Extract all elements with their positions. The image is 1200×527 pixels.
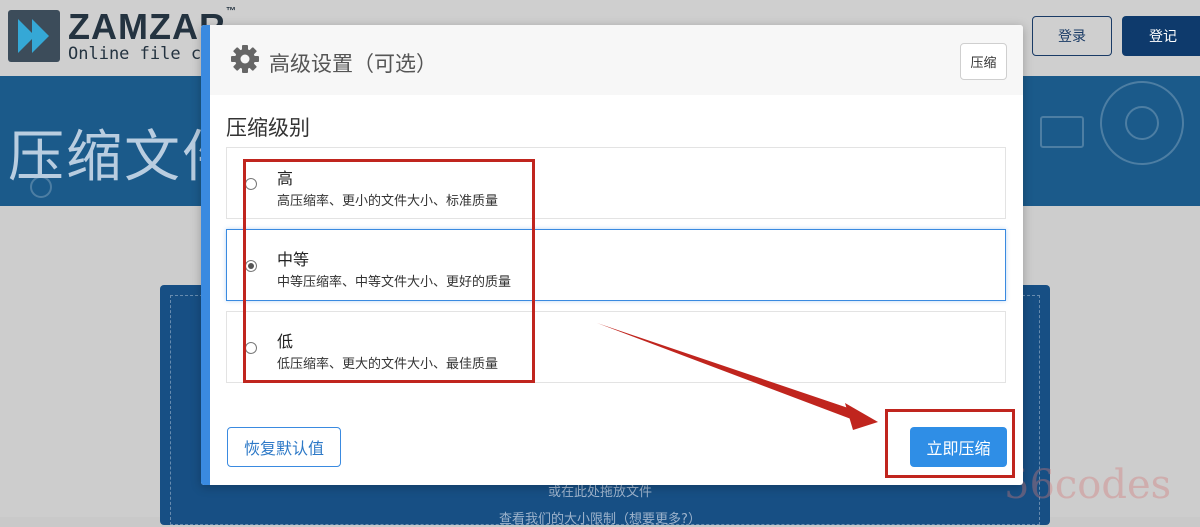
login-button[interactable]: 登录 xyxy=(1032,16,1112,56)
size-limit-link[interactable]: 查看我们的大小限制（想要更多?） xyxy=(0,508,1200,527)
annotation-compress-box xyxy=(885,409,1015,478)
compression-level-label: 压缩级别 xyxy=(226,116,310,140)
modal-header: 高级设置（可选） 压缩 xyxy=(210,25,1023,95)
annotation-options-box xyxy=(243,159,535,383)
modal-title: 高级设置（可选） xyxy=(269,52,437,76)
watermark: 56codes xyxy=(1004,462,1172,508)
zamzar-logo-icon[interactable] xyxy=(8,10,60,62)
register-button[interactable]: 登记 xyxy=(1122,16,1200,56)
gear-icon xyxy=(231,45,259,73)
reset-defaults-button[interactable]: 恢复默认值 xyxy=(227,427,341,467)
compress-header-button[interactable]: 压缩 xyxy=(960,43,1007,80)
modal-accent-bar xyxy=(201,25,210,485)
